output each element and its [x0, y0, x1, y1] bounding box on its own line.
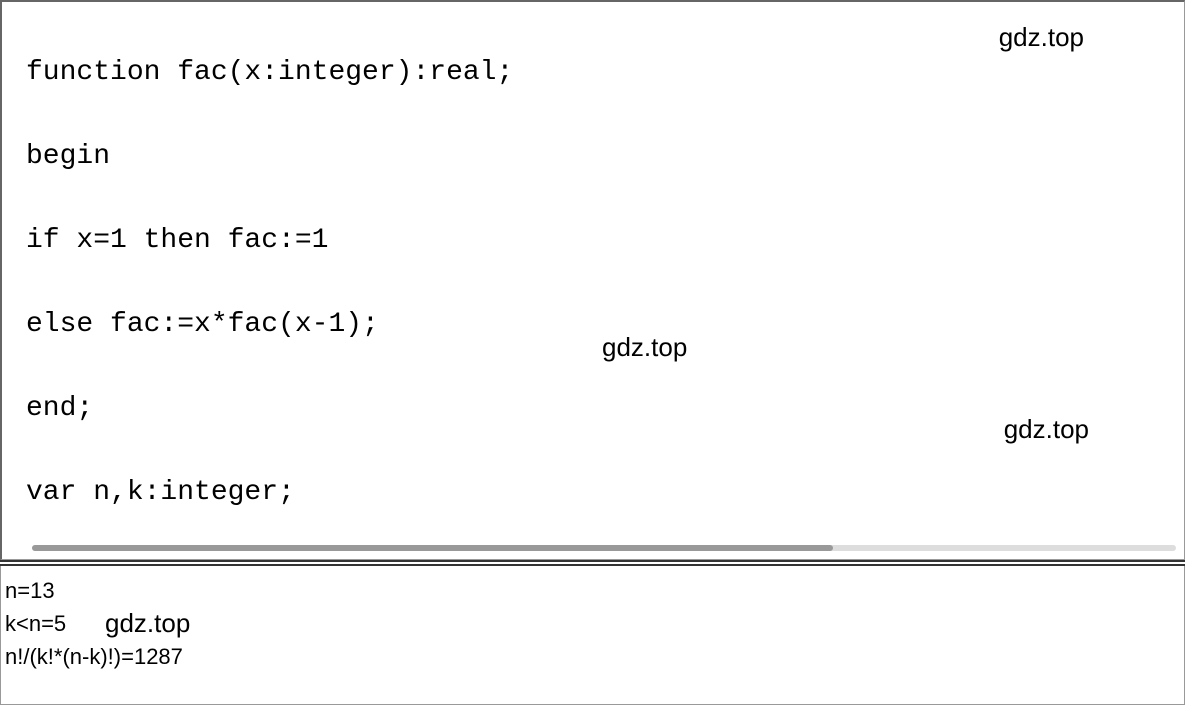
- code-block[interactable]: function fac(x:integer):real; begin if x…: [6, 6, 1184, 560]
- output-line: k<n=5: [5, 607, 1180, 640]
- code-line: if x=1 then fac:=1: [26, 220, 1184, 262]
- code-line: else fac:=x*fac(x-1);: [26, 304, 1184, 346]
- code-editor-pane[interactable]: function fac(x:integer):real; begin if x…: [0, 0, 1185, 560]
- code-line: begin: [26, 556, 1184, 560]
- output-line: n=13: [5, 574, 1180, 607]
- output-line: n!/(k!*(n-k)!)=1287: [5, 640, 1180, 673]
- output-pane: n=13 k<n=5 n!/(k!*(n-k)!)=1287: [0, 566, 1185, 705]
- scrollbar-thumb[interactable]: [32, 545, 833, 551]
- code-line: end;: [26, 388, 1184, 430]
- horizontal-scrollbar[interactable]: [32, 545, 1176, 551]
- code-line: begin: [26, 136, 1184, 178]
- code-line: var n,k:integer;: [26, 472, 1184, 514]
- code-line: function fac(x:integer):real;: [26, 52, 1184, 94]
